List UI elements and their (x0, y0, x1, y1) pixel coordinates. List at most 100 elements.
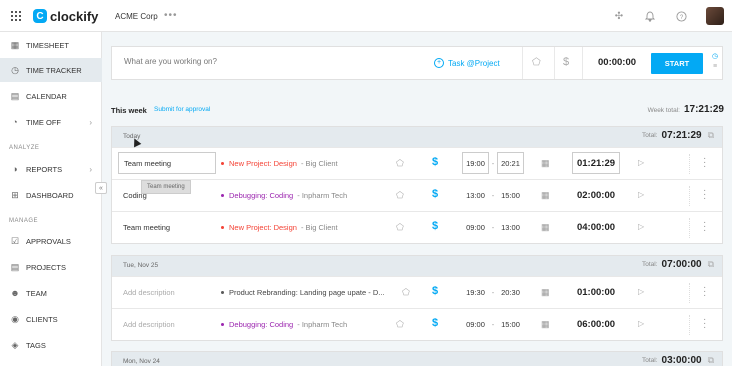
billable-dollar-icon[interactable]: $ (432, 285, 438, 297)
bulk-edit-icon[interactable]: ⧉ (708, 130, 714, 141)
billable-dollar-icon[interactable]: $ (563, 56, 569, 68)
entry-project[interactable]: New Project: Design - Big Client (221, 159, 338, 168)
day-group-mon-nov-24: Mon, Nov 24 Total: 03:00:00 ⧉ (111, 351, 723, 366)
start-time-input[interactable]: 19:00 (462, 152, 489, 174)
sidebar-item-calendar[interactable]: ▤ CALENDAR (0, 84, 102, 108)
sidebar-item-time-off[interactable]: ◔ TIME OFF › (0, 110, 102, 134)
clock-mode-icon[interactable]: ◷ (712, 52, 718, 60)
entry-duration-input[interactable]: 06:00:00 (572, 313, 620, 335)
sidebar-item-timesheet[interactable]: ▦ TIMESHEET (0, 33, 102, 57)
play-icon[interactable]: ▷ (638, 319, 644, 328)
apps-grid-icon[interactable] (11, 11, 21, 21)
divider (689, 218, 690, 238)
start-button[interactable]: START (651, 53, 703, 74)
play-icon[interactable]: ▷ (638, 222, 644, 231)
entry-duration-input[interactable]: 04:00:00 (572, 216, 620, 238)
help-icon[interactable]: ? (674, 9, 688, 23)
entry-project[interactable]: Product Rebranding: Landing page upate -… (221, 288, 385, 297)
more-menu-icon[interactable]: · · · (703, 218, 706, 236)
tag-icon[interactable]: ⬠ (402, 287, 410, 298)
more-menu-icon[interactable]: · · · (703, 315, 706, 333)
collapse-sidebar-icon[interactable]: « (95, 182, 107, 194)
divider (689, 283, 690, 303)
start-time-input[interactable]: 09:00 (462, 313, 489, 335)
entry-project[interactable]: Debugging: Coding - Inpharm Tech (221, 320, 347, 329)
play-icon[interactable]: ▷ (638, 158, 644, 167)
submit-for-approval-link[interactable]: Submit for approval (154, 106, 210, 113)
sidebar-item-tags[interactable]: ◈ TAGS (0, 333, 102, 357)
billable-dollar-icon[interactable]: $ (432, 220, 438, 232)
end-time-input[interactable]: 20:21 (497, 152, 524, 174)
entry-project[interactable]: Debugging: Coding - Inpharm Tech (221, 191, 347, 200)
entry-description[interactable]: Add description (123, 320, 175, 329)
manual-mode-icon[interactable]: ≡ (713, 63, 717, 70)
entry-duration-input[interactable]: 01:21:29 (572, 152, 620, 174)
calendar-icon[interactable]: ▦ (541, 287, 550, 298)
play-icon[interactable]: ▷ (638, 190, 644, 199)
calendar-icon[interactable]: ▦ (541, 158, 550, 169)
more-menu-icon[interactable]: · · · (703, 283, 706, 301)
sidebar-item-dashboard[interactable]: ⊞ DASHBOARD (0, 183, 102, 207)
project-picker-label: Task @Project (448, 58, 500, 68)
project-picker[interactable]: + Task @Project (434, 58, 500, 68)
sidebar-item-clients[interactable]: ◉ CLIENTS (0, 307, 102, 331)
workspace-name[interactable]: ACME Corp (115, 12, 158, 21)
billable-dollar-icon[interactable]: $ (432, 317, 438, 329)
plus-circle-icon: + (434, 58, 444, 68)
sidebar-item-approvals[interactable]: ☑ APPROVALS (0, 229, 102, 253)
tag-icon[interactable]: ⬠ (396, 222, 404, 233)
divider (582, 47, 583, 79)
more-menu-icon[interactable]: · · · (703, 154, 706, 172)
sidebar-item-projects[interactable]: ▤ PROJECTS (0, 255, 102, 279)
sidebar-item-time-tracker[interactable]: ◷ TIME TRACKER (0, 58, 102, 82)
timesheet-icon: ▦ (10, 39, 20, 50)
calendar-icon[interactable]: ▦ (541, 319, 550, 330)
bulk-edit-icon[interactable]: ⧉ (708, 355, 714, 366)
sidebar-item-label: APPROVALS (26, 236, 71, 246)
workspace-menu-icon[interactable]: ••• (164, 10, 178, 21)
sidebar-item-reports[interactable]: ◑ REPORTS › (0, 157, 102, 181)
entry-description[interactable]: Team meeting (123, 223, 170, 232)
entry-description[interactable]: Add description (123, 288, 175, 297)
calendar-icon[interactable]: ▦ (541, 222, 550, 233)
entry-duration-input[interactable]: 02:00:00 (572, 184, 620, 206)
tag-icon[interactable]: ⬠ (532, 57, 541, 68)
team-icon: ☻ (10, 288, 20, 298)
week-title: This week (111, 106, 147, 115)
billable-dollar-icon[interactable]: $ (432, 188, 438, 200)
end-time-input[interactable]: 20:30 (497, 281, 524, 303)
sidebar-item-label: TIMESHEET (26, 40, 69, 50)
mode-toggle[interactable]: ◷ ≡ (710, 52, 720, 70)
tag-icon[interactable]: ⬠ (396, 190, 404, 201)
entry-duration-input[interactable]: 01:00:00 (572, 281, 620, 303)
billable-dollar-icon[interactable]: $ (432, 156, 438, 168)
puzzle-icon[interactable]: ✣ (612, 9, 626, 23)
tag-icon[interactable]: ⬠ (396, 319, 404, 330)
avatar[interactable] (706, 7, 724, 25)
tag-icon[interactable]: ⬠ (396, 158, 404, 169)
start-time-input[interactable]: 09:00 (462, 216, 489, 238)
time-entry-row: Add description Debugging: Coding - Inph… (112, 308, 722, 340)
end-time-input[interactable]: 15:00 (497, 313, 524, 335)
start-time-input[interactable]: 19:30 (462, 281, 489, 303)
calendar-icon[interactable]: ▦ (541, 190, 550, 201)
entry-description-input[interactable]: Team meeting (118, 152, 216, 174)
description-input[interactable] (124, 57, 424, 66)
time-entry-row: Add description Product Rebranding: Land… (112, 276, 722, 308)
bell-icon[interactable] (643, 9, 657, 23)
start-time-input[interactable]: 13:00 (462, 184, 489, 206)
top-bar: C clockify ACME Corp ••• ✣ ? (0, 0, 732, 32)
play-icon[interactable]: ▷ (638, 287, 644, 296)
time-off-icon: ◔ (12, 117, 18, 127)
entry-project[interactable]: New Project: Design - Big Client (221, 223, 338, 232)
bulk-edit-icon[interactable]: ⧉ (708, 259, 714, 270)
sidebar-item-team[interactable]: ☻ TEAM (0, 281, 102, 305)
more-menu-icon[interactable]: · · · (703, 186, 706, 204)
tag-icon: ◈ (11, 339, 19, 350)
end-time-input[interactable]: 13:00 (497, 216, 524, 238)
entry-client: - Big Client (300, 159, 338, 168)
day-header: Today Total: 07:21:29 ⧉ (112, 127, 722, 147)
logo[interactable]: C clockify (33, 8, 98, 24)
time-entry-row: Team meeting Team meeting New Project: D… (112, 136, 722, 194)
end-time-input[interactable]: 15:00 (497, 184, 524, 206)
